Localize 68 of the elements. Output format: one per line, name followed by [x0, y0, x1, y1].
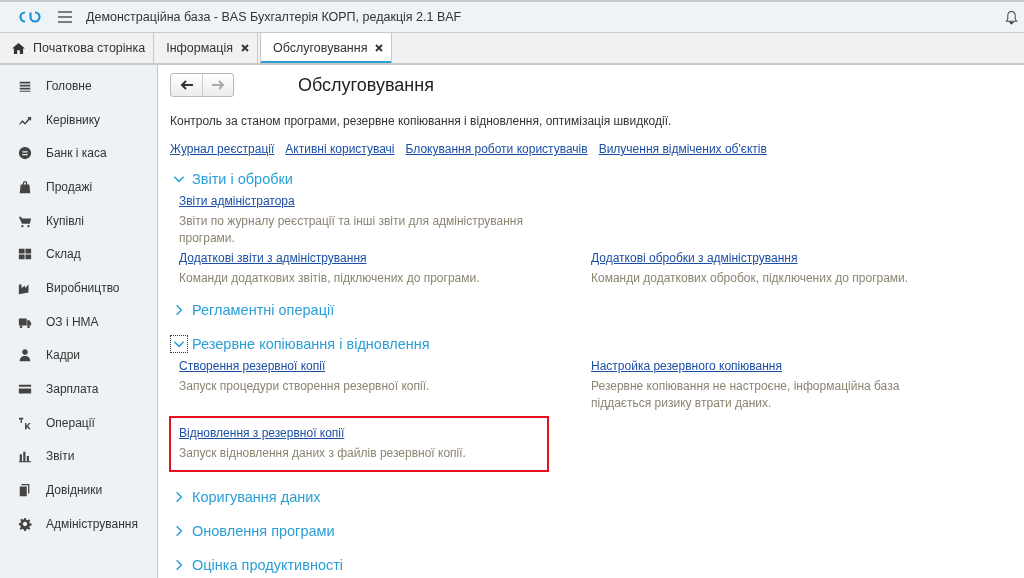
sidebar-item[interactable]: ОЗ і НМА: [0, 304, 157, 339]
command-description: Команди додаткових обробок, підключених до програми.: [591, 270, 910, 287]
command-description: Команди додаткових звітів, підключених до програми.: [179, 270, 481, 287]
sidebar-item[interactable]: Банк і каса: [0, 136, 157, 171]
command-link[interactable]: Активні користувачі: [285, 142, 395, 156]
section-icon: [18, 348, 32, 363]
command-link[interactable]: Додаткові обробки з адміністрування: [591, 251, 798, 265]
sidebar-item[interactable]: Склад: [0, 237, 157, 272]
command-link[interactable]: Настройка резервного копіювання: [591, 359, 782, 373]
sidebar-item[interactable]: Головне: [0, 69, 157, 103]
sidebar-item-label: Кадри: [46, 348, 81, 363]
tab[interactable]: Початкова сторінка: [0, 33, 155, 63]
sidebar-item-label: Головне: [46, 78, 92, 93]
sidebar-item-label: Адміністрування: [46, 516, 138, 531]
page-title: Обслуговування: [298, 74, 434, 96]
sidebar-item[interactable]: Виробництво: [0, 271, 157, 305]
bell-icon[interactable]: [1005, 9, 1018, 25]
window-title: Демонстраційна база - BAS Бухгалтерія КОРП, редакція 2.1 BAF: [86, 10, 462, 24]
menu-icon[interactable]: [58, 11, 72, 23]
section-icon: [18, 146, 32, 161]
home-icon: [12, 42, 25, 54]
command-link[interactable]: Відновлення з резервної копії: [179, 426, 345, 440]
page-description: Контроль за станом програми, резервне копіювання і відновлення, оптимізація швидкодії.: [170, 114, 673, 128]
sidebar-item[interactable]: Довідники: [0, 473, 157, 507]
section-icon: [18, 179, 32, 194]
command-description: Запуск відновлення даних з файлів резервної копії.: [179, 445, 467, 462]
sidebar-item-label: Керівнику: [46, 112, 101, 127]
tab-label: Обслуговування: [273, 41, 368, 55]
sidebar-item[interactable]: Продажі: [0, 170, 157, 204]
command-link[interactable]: Додаткові звіти з адміністрування: [179, 251, 367, 265]
section-icon: [18, 247, 32, 262]
command-description: Запуск процедури створення резервної копії.: [179, 378, 431, 395]
command-link[interactable]: Вилучення відмічених об'єктів: [598, 142, 767, 156]
command-link[interactable]: Блокування роботи користувачів: [405, 142, 588, 156]
sidebar-item-label: ОЗ і НМА: [46, 314, 99, 329]
command-link[interactable]: Журнал реєстрації: [170, 142, 275, 156]
sidebar-item[interactable]: Купівлі: [0, 203, 157, 238]
sidebar-item-label: Зарплата: [46, 382, 99, 397]
sidebar-item[interactable]: Кадри: [0, 338, 157, 373]
sidebar-item-label: Операції: [46, 415, 95, 430]
sidebar-item[interactable]: Операції: [0, 405, 157, 440]
sidebar-item[interactable]: Зарплата: [0, 372, 157, 406]
command-description: Резервне копіювання не настроєне, інформаційна база піддається ризику втрати даних.: [591, 378, 901, 412]
section-icon: [18, 415, 32, 430]
tab[interactable]: Інформація: [154, 33, 258, 63]
sidebar-item-label: Звіти: [46, 449, 75, 464]
sidebar-item-label: Продажі: [46, 179, 93, 194]
sidebar-item-label: Склад: [46, 247, 81, 262]
sidebar-item[interactable]: Звіти: [0, 439, 157, 474]
section-icon: [18, 483, 32, 498]
sidebar-item[interactable]: Адміністрування: [0, 506, 157, 541]
sidebar-item-label: Банк і каса: [46, 146, 107, 161]
command-link[interactable]: Звіти адміністратора: [179, 194, 295, 208]
close-icon[interactable]: [375, 44, 384, 52]
sidebar-item[interactable]: Керівнику: [0, 102, 157, 137]
section-icon: [18, 516, 32, 531]
forward-arrow-icon: [211, 80, 225, 90]
back-arrow-icon: [179, 80, 194, 90]
tab-label: Інформація: [166, 41, 233, 55]
sidebar-item-label: Купівлі: [46, 213, 84, 228]
sidebar-item-label: Виробництво: [46, 280, 120, 295]
section-icon: [18, 449, 32, 464]
command-description: Звіти по журналу реєстрації та інші звіти для адміністрування програми.: [179, 213, 524, 247]
tab-label: Початкова сторінка: [33, 41, 146, 55]
command-link[interactable]: Створення резервної копії: [179, 359, 326, 373]
sidebar-item-label: Довідники: [46, 483, 103, 498]
tab[interactable]: Обслуговування: [260, 33, 393, 63]
close-icon[interactable]: [241, 44, 249, 52]
